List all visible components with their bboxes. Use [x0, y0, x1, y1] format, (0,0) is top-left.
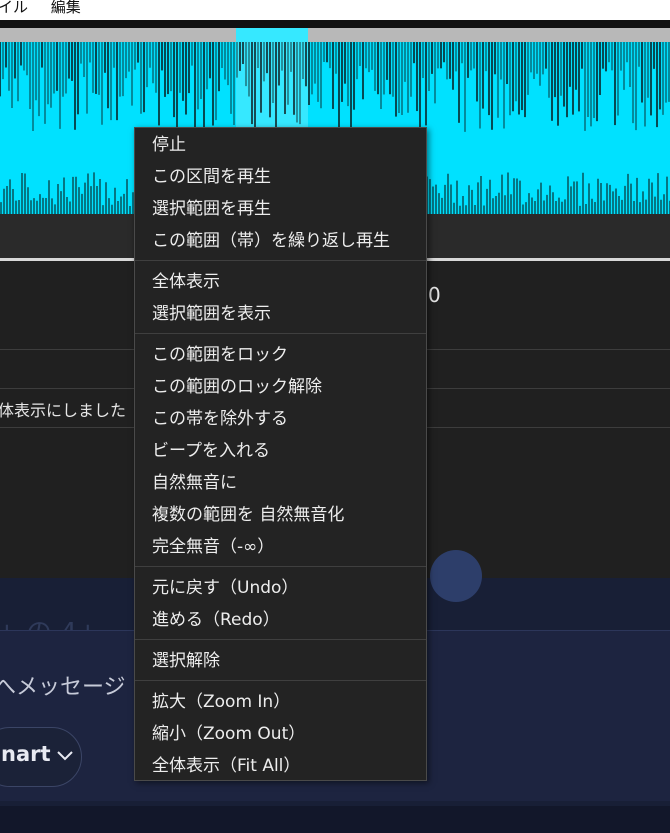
scroll-down-button[interactable]: [430, 550, 482, 602]
menu-separator: [135, 566, 426, 567]
menu-item-lock-range[interactable]: この範囲をロック: [152, 339, 288, 371]
chevron-down-icon: [56, 742, 73, 766]
menu-item-exclude-band[interactable]: この帯を除外する: [152, 403, 288, 435]
menu-item-show-selection[interactable]: 選択範囲を表示: [152, 298, 271, 330]
menu-bar: イル 編集: [0, 0, 670, 20]
menu-item-zoom-in[interactable]: 拡大（Zoom In）: [152, 686, 290, 718]
menu-separator: [135, 680, 426, 681]
model-selector-button[interactable]: nart: [0, 727, 82, 787]
menu-item-natural-silence-multi[interactable]: 複数の範囲を 自然無音化: [152, 499, 344, 531]
menu-separator: [135, 260, 426, 261]
menu-item-show-all[interactable]: 全体表示: [152, 266, 220, 298]
waveform-top-band: [0, 20, 670, 28]
menu-item-unlock-range[interactable]: この範囲のロック解除: [152, 371, 322, 403]
menu-separator: [135, 639, 426, 640]
menu-item-undo[interactable]: 元に戻す（Undo）: [152, 572, 298, 604]
waveform-top-gray: [0, 28, 670, 42]
menu-item-loop-range[interactable]: この範囲（帯）を繰り返し再生: [152, 225, 390, 257]
menu-item-deselect[interactable]: 選択解除: [152, 645, 220, 677]
menu-item-insert-beep[interactable]: ビープを入れる: [152, 435, 270, 467]
model-label: nart: [1, 742, 51, 766]
menu-item-fit-all[interactable]: 全体表示（Fit All）: [152, 750, 300, 782]
chat-footer: [0, 806, 670, 833]
menu-item-play-segment[interactable]: この区間を再生: [152, 161, 271, 193]
menu-item-stop[interactable]: 停止: [152, 129, 186, 161]
menu-file[interactable]: イル: [0, 0, 28, 15]
menu-item-full-silence[interactable]: 完全無音（-∞）: [152, 531, 274, 563]
menu-item-zoom-out[interactable]: 縮小（Zoom Out）: [152, 718, 305, 750]
message-placeholder: へメッセージ: [0, 675, 126, 700]
context-menu: 停止 この区間を再生 選択範囲を再生 この範囲（帯）を繰り返し再生 全体表示 選…: [134, 127, 427, 781]
menu-edit[interactable]: 編集: [51, 0, 81, 15]
menu-item-play-selection[interactable]: 選択範囲を再生: [152, 193, 271, 225]
menu-separator: [135, 333, 426, 334]
time-value-fragment: 0: [428, 283, 441, 307]
menu-item-natural-silence[interactable]: 自然無音に: [152, 467, 237, 499]
menu-item-redo[interactable]: 進める（Redo）: [152, 604, 280, 636]
status-message: 体表示にしました: [0, 401, 127, 420]
